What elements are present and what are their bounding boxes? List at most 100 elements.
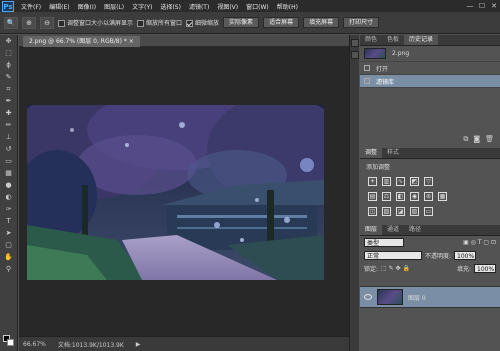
history-item-open[interactable]: 打开 [360, 62, 500, 75]
exposure-icon[interactable]: ◩ [410, 177, 419, 186]
dock-history-icon[interactable] [351, 39, 359, 47]
channel-mixer-icon[interactable]: ⊛ [424, 192, 433, 201]
hand-tool-icon[interactable]: ✋ [2, 252, 15, 263]
move-tool-icon[interactable]: ✥ [2, 36, 15, 47]
tab-channels[interactable]: 通道 [382, 225, 404, 235]
healing-tool-icon[interactable]: ✚ [2, 108, 15, 119]
tab-adjustments[interactable]: 调整 [360, 148, 383, 158]
history-brush-tool-icon[interactable]: ↺ [2, 144, 15, 155]
close-button[interactable]: ✕ [488, 2, 500, 10]
blend-mode-select[interactable]: 正常 [364, 251, 422, 260]
minimize-button[interactable]: — [464, 2, 476, 10]
fill-label: 填充: [456, 266, 471, 273]
history-item-label: 打开 [376, 65, 389, 73]
toolbox: ✥ ⬚ ϕ ✎ ⌗ ✒ ✚ ✏ ⊥ ↺ ▭ ▦ ● ◐ ✑ T ➤ ▢ ✋ ⚲ [0, 35, 18, 351]
selective-color-icon[interactable]: ▧ [410, 207, 419, 216]
resize-windows-option[interactable]: 调整窗口大小以满屏显示 [58, 18, 133, 27]
adjustments-row-2: ▤ ⚖ ◧ ◉ ⊛ ▦ [360, 189, 500, 204]
scrubby-zoom-checkbox[interactable] [186, 20, 194, 27]
print-size-button[interactable]: 打印尺寸 [343, 17, 380, 28]
layer-name[interactable]: 图层 0 [408, 293, 426, 302]
shape-tool-icon[interactable]: ▢ [2, 240, 15, 251]
quick-select-tool-icon[interactable]: ✎ [2, 72, 15, 83]
menu-type[interactable]: 文字(Y) [128, 2, 156, 11]
camera-icon[interactable]: ◙ [473, 135, 480, 143]
history-snapshot[interactable]: 2.png [360, 46, 500, 62]
new-document-icon[interactable]: ⧉ [463, 135, 468, 144]
maximize-button[interactable]: ☐ [476, 2, 488, 10]
tab-swatches[interactable]: 色板 [382, 35, 404, 45]
status-arrow-icon[interactable]: ▶ [136, 341, 141, 348]
visibility-eye-icon[interactable] [364, 294, 372, 300]
tab-color[interactable]: 颜色 [360, 35, 382, 45]
levels-icon[interactable]: ▥ [382, 177, 391, 186]
menu-filter[interactable]: 滤镜(T) [185, 2, 213, 11]
threshold-icon[interactable]: ◪ [396, 207, 405, 216]
lasso-tool-icon[interactable]: ϕ [2, 60, 15, 71]
invert-icon[interactable]: ◫ [368, 207, 377, 216]
tab-paths[interactable]: 路径 [404, 225, 426, 235]
blur-tool-icon[interactable]: ● [2, 180, 15, 191]
opacity-input[interactable]: 100% [454, 251, 477, 260]
photo-filter-icon[interactable]: ◉ [410, 192, 419, 201]
curves-icon[interactable]: ∿ [396, 177, 405, 186]
color-balance-icon[interactable]: ⚖ [382, 192, 391, 201]
marquee-tool-icon[interactable]: ⬚ [2, 48, 15, 59]
resize-windows-checkbox[interactable] [58, 20, 65, 27]
dodge-tool-icon[interactable]: ◐ [2, 192, 15, 203]
menu-layer[interactable]: 图层(L) [100, 2, 128, 11]
zoom-level[interactable]: 66.67% [23, 341, 46, 348]
fill-screen-button[interactable]: 填充屏幕 [303, 17, 340, 28]
dock-properties-icon[interactable] [351, 51, 359, 59]
snapshot-label: 2.png [392, 50, 410, 57]
brightness-icon[interactable]: ☀ [368, 177, 377, 186]
scrubby-zoom-option[interactable]: 细微缩放 [186, 18, 219, 27]
zoom-out-icon[interactable]: ⊖ [40, 16, 54, 29]
pen-tool-icon[interactable]: ✑ [2, 204, 15, 215]
hue-saturation-icon[interactable]: ▤ [368, 192, 377, 201]
eraser-tool-icon[interactable]: ▭ [2, 156, 15, 167]
layer-kind-select[interactable]: 类型 [364, 238, 404, 247]
clone-stamp-tool-icon[interactable]: ⊥ [2, 132, 15, 143]
layer-row[interactable]: 图层 0 [360, 286, 500, 308]
menu-image[interactable]: 图像(I) [74, 2, 100, 11]
menu-window[interactable]: 窗口(W) [242, 2, 273, 11]
menu-edit[interactable]: 编辑(E) [45, 2, 73, 11]
document-tab[interactable]: 2.png @ 66.7% (图层 0, RGB/8) * × [23, 36, 140, 47]
fit-screen-button[interactable]: 适合屏幕 [263, 17, 300, 28]
tab-layers[interactable]: 图层 [360, 225, 383, 235]
history-item-label: 滤镜库 [376, 78, 395, 86]
menu-view[interactable]: 视图(V) [213, 2, 242, 11]
brush-tool-icon[interactable]: ✏ [2, 120, 15, 131]
tab-history[interactable]: 历史记录 [404, 35, 439, 45]
zoom-in-icon[interactable]: ⊕ [22, 16, 36, 29]
document-tab-close[interactable]: × [129, 38, 134, 45]
black-white-icon[interactable]: ◧ [396, 192, 405, 201]
zoom-tool-icon[interactable]: 🔍 [4, 16, 18, 29]
posterize-icon[interactable]: ▨ [382, 207, 391, 216]
menu-bar: Ps 文件(F) 编辑(E) 图像(I) 图层(L) 文字(Y) 选择(S) 滤… [0, 0, 500, 12]
zoom-all-checkbox[interactable] [137, 20, 145, 27]
color-lookup-icon[interactable]: ▦ [438, 192, 447, 201]
document-canvas[interactable] [19, 47, 349, 336]
history-item-filter-gallery[interactable]: 滤镜库 [360, 75, 500, 88]
background-color-swatch[interactable] [7, 339, 14, 346]
menu-file[interactable]: 文件(F) [17, 2, 45, 11]
tab-styles[interactable]: 样式 [382, 148, 404, 158]
actual-pixels-button[interactable]: 实际像素 [223, 17, 260, 28]
menu-help[interactable]: 帮助(H) [273, 2, 302, 11]
fill-input[interactable]: 100% [474, 264, 496, 273]
gradient-map-icon[interactable]: ▭ [424, 207, 433, 216]
trash-icon[interactable]: 🗑 [485, 135, 494, 143]
crop-tool-icon[interactable]: ⌗ [2, 84, 15, 95]
eyedropper-tool-icon[interactable]: ✒ [2, 96, 15, 107]
vibrance-icon[interactable]: ▽ [424, 177, 433, 186]
document-image [27, 105, 324, 280]
path-select-tool-icon[interactable]: ➤ [2, 228, 15, 239]
menu-select[interactable]: 选择(S) [156, 2, 185, 11]
type-tool-icon[interactable]: T [2, 216, 15, 227]
zoom-tool-icon[interactable]: ⚲ [2, 264, 15, 275]
lock-icons[interactable]: ⬚ ✎ ✥ 🔒 [381, 265, 410, 272]
zoom-all-option[interactable]: 缩放所有窗口 [137, 18, 182, 27]
gradient-tool-icon[interactable]: ▦ [2, 168, 15, 179]
